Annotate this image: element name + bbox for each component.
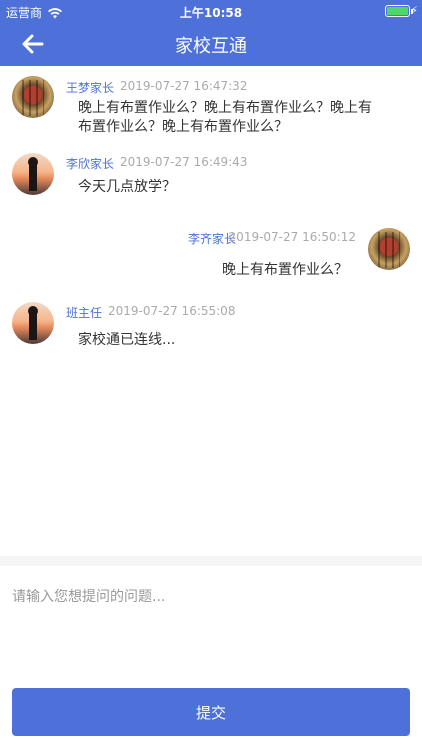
avatar [368,228,410,270]
nav-bar: 家校互通 [0,22,422,66]
charging-icon: ⚡ [410,4,418,17]
sender-name: 李欣家长 [66,157,115,171]
message-time: 2019-07-27 16:49:43 [120,155,248,169]
status-bar: 运营商 上午10:58 ⚡ [0,0,422,22]
sender-name: 王梦家长 [66,81,115,95]
question-input[interactable] [0,566,422,670]
status-time: 上午10:58 [179,6,243,20]
message-text: 晚上有布置作业么？晚上有布置作业么？晚上有布置作业么？晚上有布置作业么？ [78,100,372,135]
message-text: 家校通已连线... [78,332,176,348]
divider [0,556,422,566]
page-title: 家校互通 [175,36,247,57]
avatar [12,302,54,344]
message-time: 2019-07-27 16:50:12 [228,230,356,244]
battery-icon [385,5,413,17]
question-input-area [0,566,422,670]
submit-button[interactable]: 提交 [12,688,410,736]
sender-name: 班主任 [66,306,103,320]
avatar [12,76,54,118]
message-time: 2019-07-27 16:55:08 [108,304,236,318]
message-time: 2019-07-27 16:47:32 [120,79,248,93]
message-text: 晚上有布置作业么？ [222,262,348,278]
battery-level [387,7,408,15]
message-text: 今天几点放学？ [78,179,176,195]
message-list: 王梦家长 2019-07-27 16:47:32 晚上有布置作业么？晚上有布置作… [0,66,422,556]
avatar [12,153,54,195]
